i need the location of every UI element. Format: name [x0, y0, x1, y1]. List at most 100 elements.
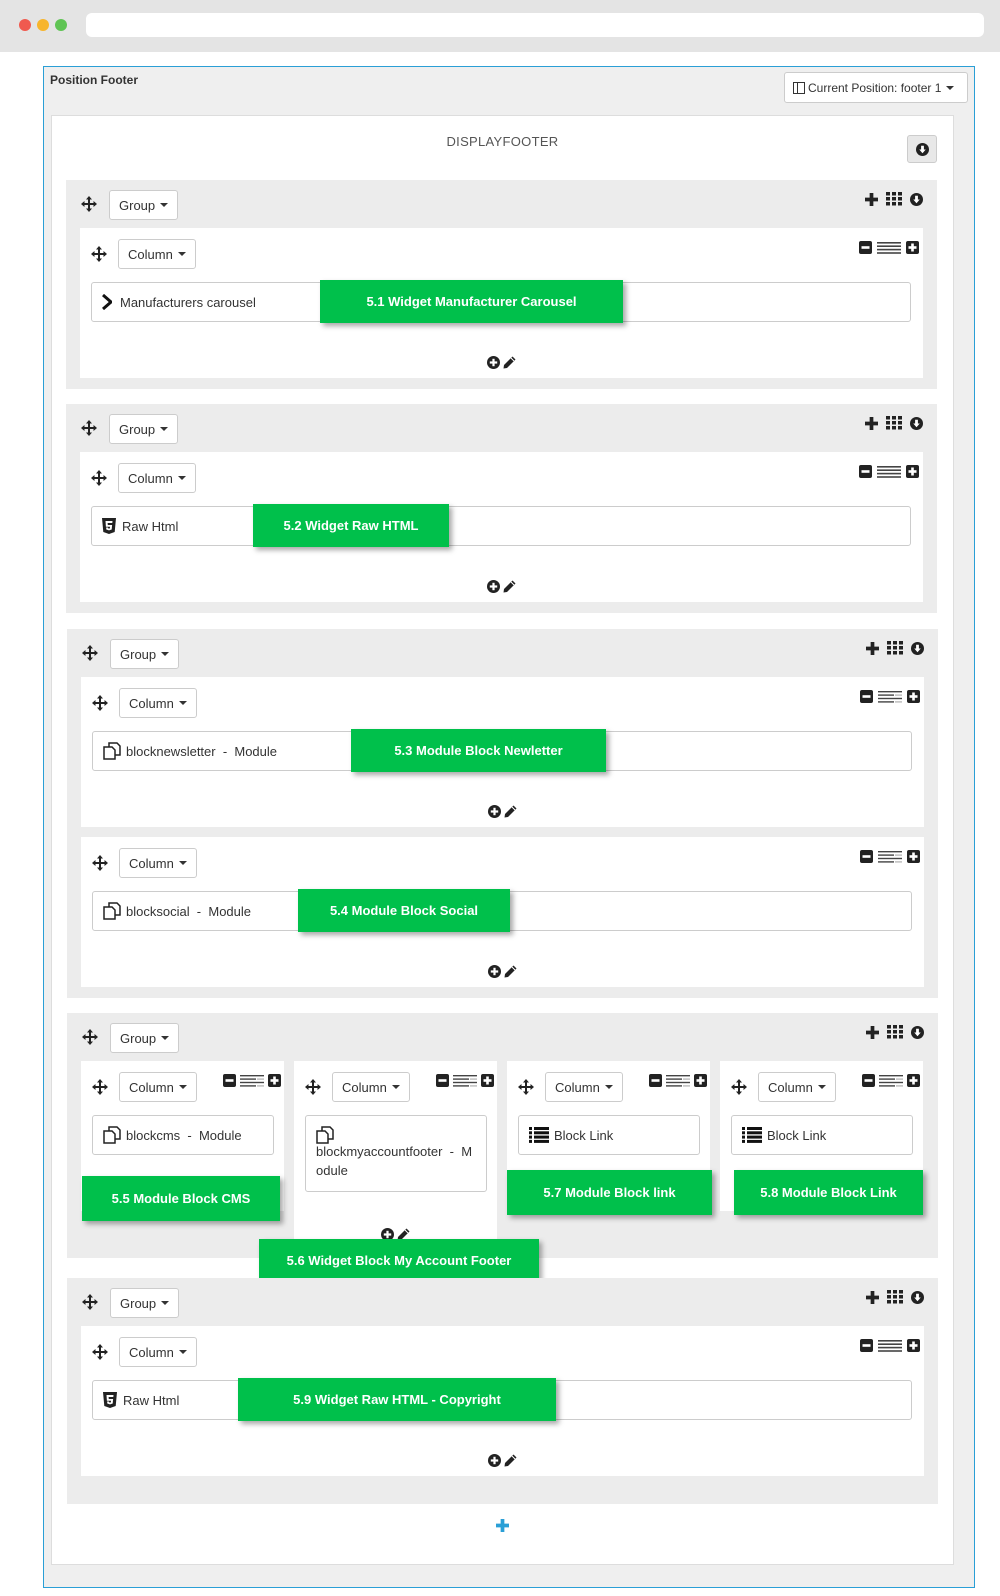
grid-icon[interactable] [887, 1290, 903, 1304]
move-icon[interactable] [91, 246, 107, 262]
group-dropdown[interactable]: Group [110, 1023, 180, 1053]
move-icon[interactable] [81, 420, 97, 436]
plus-icon[interactable] [866, 642, 879, 655]
column-dropdown[interactable]: Column [118, 239, 196, 269]
group-dropdown[interactable]: Group [109, 190, 179, 220]
column-dropdown[interactable]: Column [758, 1072, 836, 1102]
pencil-icon[interactable] [504, 805, 517, 818]
download-circle-icon[interactable] [910, 417, 923, 430]
minus-square-icon[interactable] [860, 690, 873, 703]
address-bar[interactable] [86, 13, 984, 37]
column-dropdown[interactable]: Column [119, 848, 197, 878]
plus-square-icon[interactable] [907, 690, 920, 703]
plus-icon[interactable] [866, 1026, 879, 1039]
widget-blockcms[interactable]: blockcms - Module [92, 1115, 274, 1155]
plus-square-icon[interactable] [907, 1339, 920, 1352]
column-dropdown[interactable]: Column [119, 1072, 197, 1102]
plus-square-icon[interactable] [694, 1074, 707, 1087]
move-icon[interactable] [518, 1079, 534, 1095]
maximize-window-dot[interactable] [55, 19, 67, 31]
minus-square-icon[interactable] [649, 1074, 662, 1087]
plus-square-icon[interactable] [481, 1074, 494, 1087]
minus-square-icon[interactable] [860, 1339, 873, 1352]
column-toolbar [862, 1074, 920, 1087]
grid-icon[interactable] [886, 192, 902, 206]
list-icon[interactable] [666, 1075, 690, 1087]
download-circle-icon[interactable] [911, 642, 924, 655]
list-icon[interactable] [453, 1075, 477, 1087]
group-dropdown[interactable]: Group [110, 1288, 180, 1318]
add-group-button[interactable] [496, 1516, 509, 1536]
widget-label: blockcms - Module [126, 1127, 242, 1143]
grid-icon[interactable] [886, 416, 902, 430]
list-icon[interactable] [877, 466, 901, 478]
move-icon[interactable] [731, 1079, 747, 1095]
move-icon[interactable] [92, 1079, 108, 1095]
plus-square-icon[interactable] [906, 465, 919, 478]
plus-square-icon[interactable] [906, 241, 919, 254]
pencil-icon[interactable] [503, 356, 516, 369]
widget-block-link[interactable]: Block Link [518, 1115, 700, 1155]
minus-square-icon[interactable] [859, 241, 872, 254]
move-icon[interactable] [81, 196, 97, 212]
plus-circle-icon[interactable] [488, 1454, 501, 1467]
download-circle-icon[interactable] [911, 1026, 924, 1039]
module-copy-icon [103, 1126, 121, 1144]
move-icon[interactable] [92, 855, 108, 871]
plus-circle-icon[interactable] [488, 965, 501, 978]
list-icon[interactable] [240, 1075, 264, 1087]
move-icon[interactable] [82, 1294, 98, 1310]
move-icon[interactable] [91, 470, 107, 486]
grid-icon[interactable] [887, 1025, 903, 1039]
move-icon[interactable] [305, 1079, 321, 1095]
pencil-icon[interactable] [503, 580, 516, 593]
module-copy-icon [103, 742, 121, 760]
move-icon[interactable] [82, 1029, 98, 1045]
minus-square-icon[interactable] [436, 1074, 449, 1087]
widget-label: Raw Html [122, 518, 179, 534]
pencil-icon[interactable] [504, 1454, 517, 1467]
column-dropdown[interactable]: Column [545, 1072, 623, 1102]
plus-icon[interactable] [866, 1291, 879, 1304]
widget-blockmyaccountfooter[interactable]: blockmyaccountfooter - Module [305, 1115, 487, 1192]
minimize-window-dot[interactable] [37, 19, 49, 31]
close-window-dot[interactable] [19, 19, 31, 31]
plus-square-icon[interactable] [907, 1074, 920, 1087]
widget-block-link[interactable]: Block Link [731, 1115, 913, 1155]
column-toolbar [860, 850, 920, 863]
minus-square-icon[interactable] [860, 850, 873, 863]
list-icon[interactable] [878, 691, 902, 703]
plus-circle-icon[interactable] [487, 356, 500, 369]
list-icon[interactable] [878, 1340, 902, 1352]
minus-square-icon[interactable] [223, 1074, 236, 1087]
hook-download-button[interactable] [907, 135, 937, 163]
download-circle-icon[interactable] [911, 1291, 924, 1304]
plus-icon[interactable] [865, 193, 878, 206]
minus-square-icon[interactable] [862, 1074, 875, 1087]
group-toolbar [866, 641, 924, 655]
plus-circle-icon[interactable] [487, 580, 500, 593]
plus-square-icon[interactable] [907, 850, 920, 863]
minus-square-icon[interactable] [859, 465, 872, 478]
list-icon[interactable] [877, 242, 901, 254]
group-dropdown[interactable]: Group [110, 639, 180, 669]
group-dropdown[interactable]: Group [109, 414, 179, 444]
list-icon[interactable] [879, 1075, 903, 1087]
widget-raw-html[interactable]: Raw Html [91, 506, 911, 546]
grid-icon[interactable] [887, 641, 903, 655]
column-dropdown[interactable]: Column [332, 1072, 410, 1102]
plus-square-icon[interactable] [268, 1074, 281, 1087]
column-dropdown[interactable]: Column [118, 463, 196, 493]
plus-circle-icon[interactable] [488, 805, 501, 818]
current-position-dropdown[interactable]: Current Position: footer 1 [784, 72, 968, 103]
plus-icon[interactable] [865, 417, 878, 430]
move-icon[interactable] [92, 695, 108, 711]
pencil-icon[interactable] [504, 965, 517, 978]
move-icon[interactable] [82, 645, 98, 661]
download-circle-icon[interactable] [910, 193, 923, 206]
move-icon[interactable] [92, 1344, 108, 1360]
column-dropdown[interactable]: Column [119, 1337, 197, 1367]
list-icon[interactable] [878, 851, 902, 863]
column-label: Column [129, 855, 174, 871]
column-dropdown[interactable]: Column [119, 688, 197, 718]
